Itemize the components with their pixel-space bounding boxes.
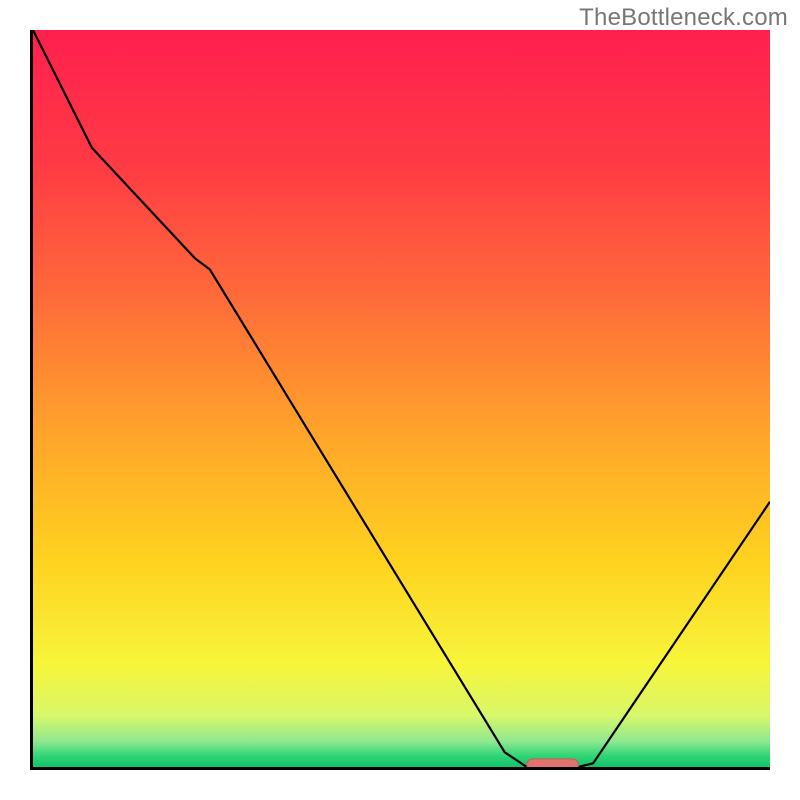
chart-stage: TheBottleneck.com — [0, 0, 800, 800]
optimum-marker — [527, 759, 579, 767]
watermark-text: TheBottleneck.com — [579, 4, 788, 32]
marker-layer — [33, 30, 770, 767]
x-axis — [30, 767, 770, 770]
plot-area — [33, 30, 770, 767]
y-axis — [30, 30, 33, 770]
